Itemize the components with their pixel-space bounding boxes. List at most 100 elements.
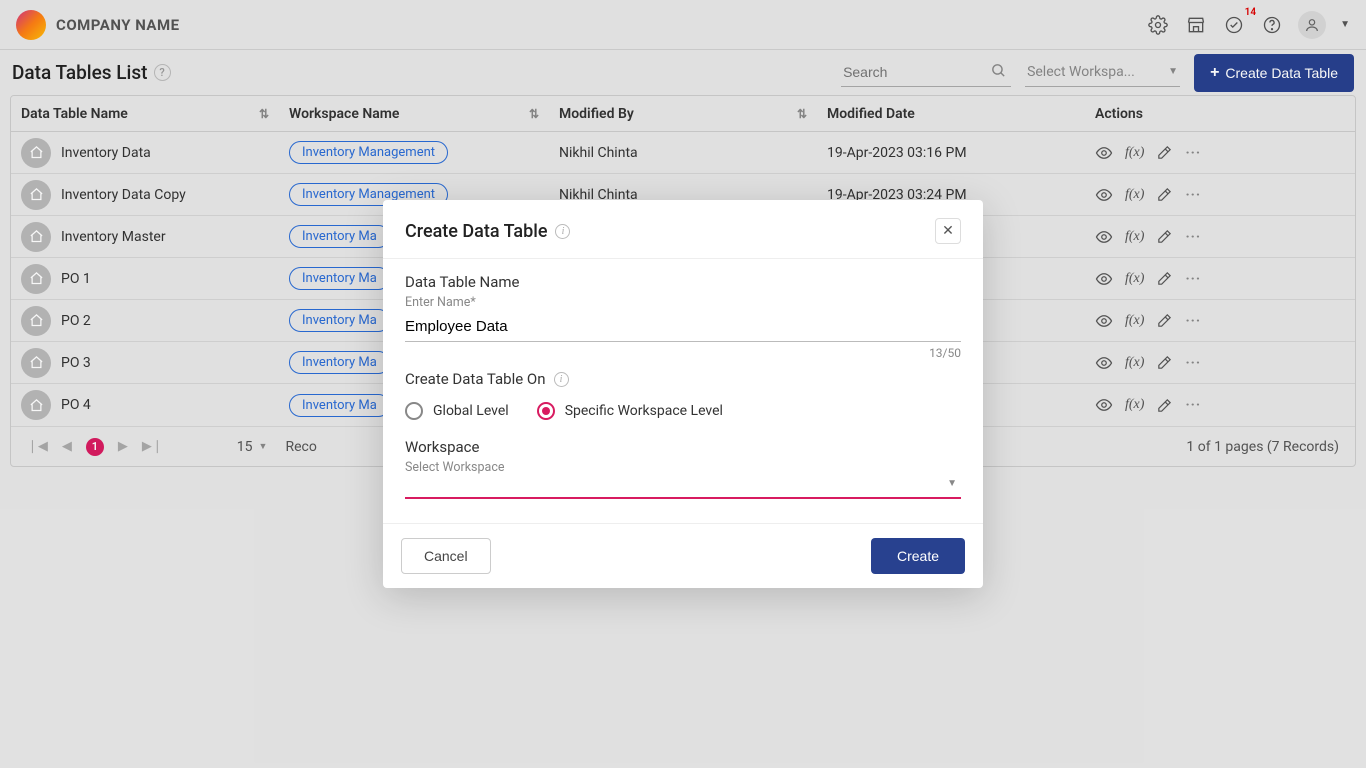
workspace-sublabel: Select Workspace bbox=[405, 460, 961, 475]
edit-icon[interactable] bbox=[1156, 397, 1173, 414]
user-avatar[interactable] bbox=[1298, 11, 1326, 39]
function-icon[interactable]: f(x) bbox=[1125, 397, 1144, 413]
cell-name: Inventory Master bbox=[11, 216, 279, 257]
workspace-select[interactable]: ▼ bbox=[405, 475, 961, 499]
col-header-workspace[interactable]: Workspace Name⇅ bbox=[279, 96, 549, 131]
page-size-select[interactable]: 15 ▼ Reco bbox=[237, 439, 317, 455]
cancel-button[interactable]: Cancel bbox=[401, 538, 491, 574]
edit-icon[interactable] bbox=[1156, 228, 1173, 245]
user-menu-caret[interactable]: ▼ bbox=[1340, 19, 1350, 30]
workspace-filter[interactable]: Select Workspa... ▼ bbox=[1025, 58, 1180, 87]
function-icon[interactable]: f(x) bbox=[1125, 187, 1144, 203]
create-button-label: Create Data Table bbox=[1225, 65, 1338, 81]
company-name: COMPANY NAME bbox=[56, 16, 180, 34]
col-header-name[interactable]: Data Table Name⇅ bbox=[11, 96, 279, 131]
function-icon[interactable]: f(x) bbox=[1125, 145, 1144, 161]
edit-icon[interactable] bbox=[1156, 354, 1173, 371]
page-title-text: Data Tables List bbox=[12, 61, 148, 84]
modal-title: Create Data Table i bbox=[405, 221, 570, 242]
info-icon[interactable]: i bbox=[554, 372, 569, 387]
radio-icon bbox=[405, 402, 423, 420]
page-help-icon[interactable]: ? bbox=[154, 64, 171, 81]
workspace-pill[interactable]: Inventory Ma bbox=[289, 267, 390, 290]
function-icon[interactable]: f(x) bbox=[1125, 313, 1144, 329]
page-prev[interactable]: ◀ bbox=[62, 439, 72, 454]
home-icon bbox=[21, 390, 51, 420]
radio-global-label: Global Level bbox=[433, 403, 509, 419]
chevron-down-icon: ▼ bbox=[259, 441, 268, 452]
chevron-down-icon: ▼ bbox=[947, 478, 957, 489]
cell-name: Inventory Data Copy bbox=[11, 174, 279, 215]
workspace-pill[interactable]: Inventory Management bbox=[289, 141, 448, 164]
store-icon[interactable] bbox=[1184, 13, 1208, 37]
more-icon[interactable]: ··· bbox=[1185, 313, 1201, 329]
filter-icon[interactable]: ⇅ bbox=[529, 107, 539, 121]
edit-icon[interactable] bbox=[1156, 144, 1173, 161]
cell-actions: f(x) ··· bbox=[1085, 132, 1355, 173]
edit-icon[interactable] bbox=[1156, 186, 1173, 203]
help-icon[interactable] bbox=[1260, 13, 1284, 37]
workspace-label: Workspace bbox=[405, 438, 961, 456]
view-icon[interactable] bbox=[1095, 228, 1113, 246]
cell-workspace: Inventory Management bbox=[279, 132, 549, 173]
cell-modified-by: Nikhil Chinta bbox=[549, 132, 817, 173]
workspace-pill[interactable]: Inventory Ma bbox=[289, 225, 390, 248]
home-icon bbox=[21, 348, 51, 378]
close-button[interactable]: ✕ bbox=[935, 218, 961, 244]
cell-name: PO 3 bbox=[11, 342, 279, 383]
modal-footer: Cancel Create bbox=[383, 523, 983, 588]
data-table-name-input[interactable] bbox=[405, 312, 961, 342]
page-current[interactable]: 1 bbox=[86, 438, 104, 456]
view-icon[interactable] bbox=[1095, 270, 1113, 288]
create-data-table-button[interactable]: + Create Data Table bbox=[1194, 54, 1354, 92]
modal-header: Create Data Table i ✕ bbox=[383, 200, 983, 259]
view-icon[interactable] bbox=[1095, 144, 1113, 162]
more-icon[interactable]: ··· bbox=[1185, 187, 1201, 203]
more-icon[interactable]: ··· bbox=[1185, 397, 1201, 413]
name-label: Data Table Name bbox=[405, 273, 961, 291]
more-icon[interactable]: ··· bbox=[1185, 355, 1201, 371]
radio-global-level[interactable]: Global Level bbox=[405, 402, 509, 420]
subheader-right: Select Workspa... ▼ + Create Data Table bbox=[841, 54, 1354, 92]
search-icon[interactable] bbox=[990, 62, 1007, 79]
table-row: Inventory Data Inventory Management Nikh… bbox=[11, 132, 1355, 174]
page-first[interactable]: ❘◀ bbox=[27, 439, 48, 454]
filter-icon[interactable]: ⇅ bbox=[797, 107, 807, 121]
info-icon[interactable]: i bbox=[555, 224, 570, 239]
col-header-modified-by[interactable]: Modified By⇅ bbox=[549, 96, 817, 131]
col-header-modified-date[interactable]: Modified Date bbox=[817, 96, 1085, 131]
radio-specific-label: Specific Workspace Level bbox=[565, 403, 723, 419]
search-input[interactable] bbox=[841, 58, 1011, 87]
view-icon[interactable] bbox=[1095, 312, 1113, 330]
tasks-icon[interactable]: 14 bbox=[1222, 13, 1246, 37]
edit-icon[interactable] bbox=[1156, 312, 1173, 329]
view-icon[interactable] bbox=[1095, 396, 1113, 414]
more-icon[interactable]: ··· bbox=[1185, 271, 1201, 287]
function-icon[interactable]: f(x) bbox=[1125, 355, 1144, 371]
table-header: Data Table Name⇅ Workspace Name⇅ Modifie… bbox=[11, 96, 1355, 132]
page-next[interactable]: ▶ bbox=[118, 439, 128, 454]
home-icon bbox=[21, 180, 51, 210]
row-name: Inventory Data bbox=[61, 145, 151, 161]
cell-actions: f(x) ··· bbox=[1085, 174, 1355, 215]
notif-count: 14 bbox=[1245, 7, 1256, 18]
settings-icon[interactable] bbox=[1146, 13, 1170, 37]
function-icon[interactable]: f(x) bbox=[1125, 229, 1144, 245]
workspace-pill[interactable]: Inventory Ma bbox=[289, 309, 390, 332]
level-label: Create Data Table On i bbox=[405, 370, 961, 388]
create-button[interactable]: Create bbox=[871, 538, 965, 574]
view-icon[interactable] bbox=[1095, 354, 1113, 372]
page-last[interactable]: ▶❘ bbox=[142, 439, 163, 454]
edit-icon[interactable] bbox=[1156, 270, 1173, 287]
logo-area: COMPANY NAME bbox=[16, 10, 180, 40]
chevron-down-icon: ▼ bbox=[1168, 66, 1178, 77]
view-icon[interactable] bbox=[1095, 186, 1113, 204]
filter-icon[interactable]: ⇅ bbox=[259, 107, 269, 121]
workspace-pill[interactable]: Inventory Ma bbox=[289, 394, 390, 417]
more-icon[interactable]: ··· bbox=[1185, 145, 1201, 161]
radio-specific-workspace[interactable]: Specific Workspace Level bbox=[537, 402, 723, 420]
more-icon[interactable]: ··· bbox=[1185, 229, 1201, 245]
home-icon bbox=[21, 222, 51, 252]
function-icon[interactable]: f(x) bbox=[1125, 271, 1144, 287]
workspace-pill[interactable]: Inventory Ma bbox=[289, 351, 390, 374]
